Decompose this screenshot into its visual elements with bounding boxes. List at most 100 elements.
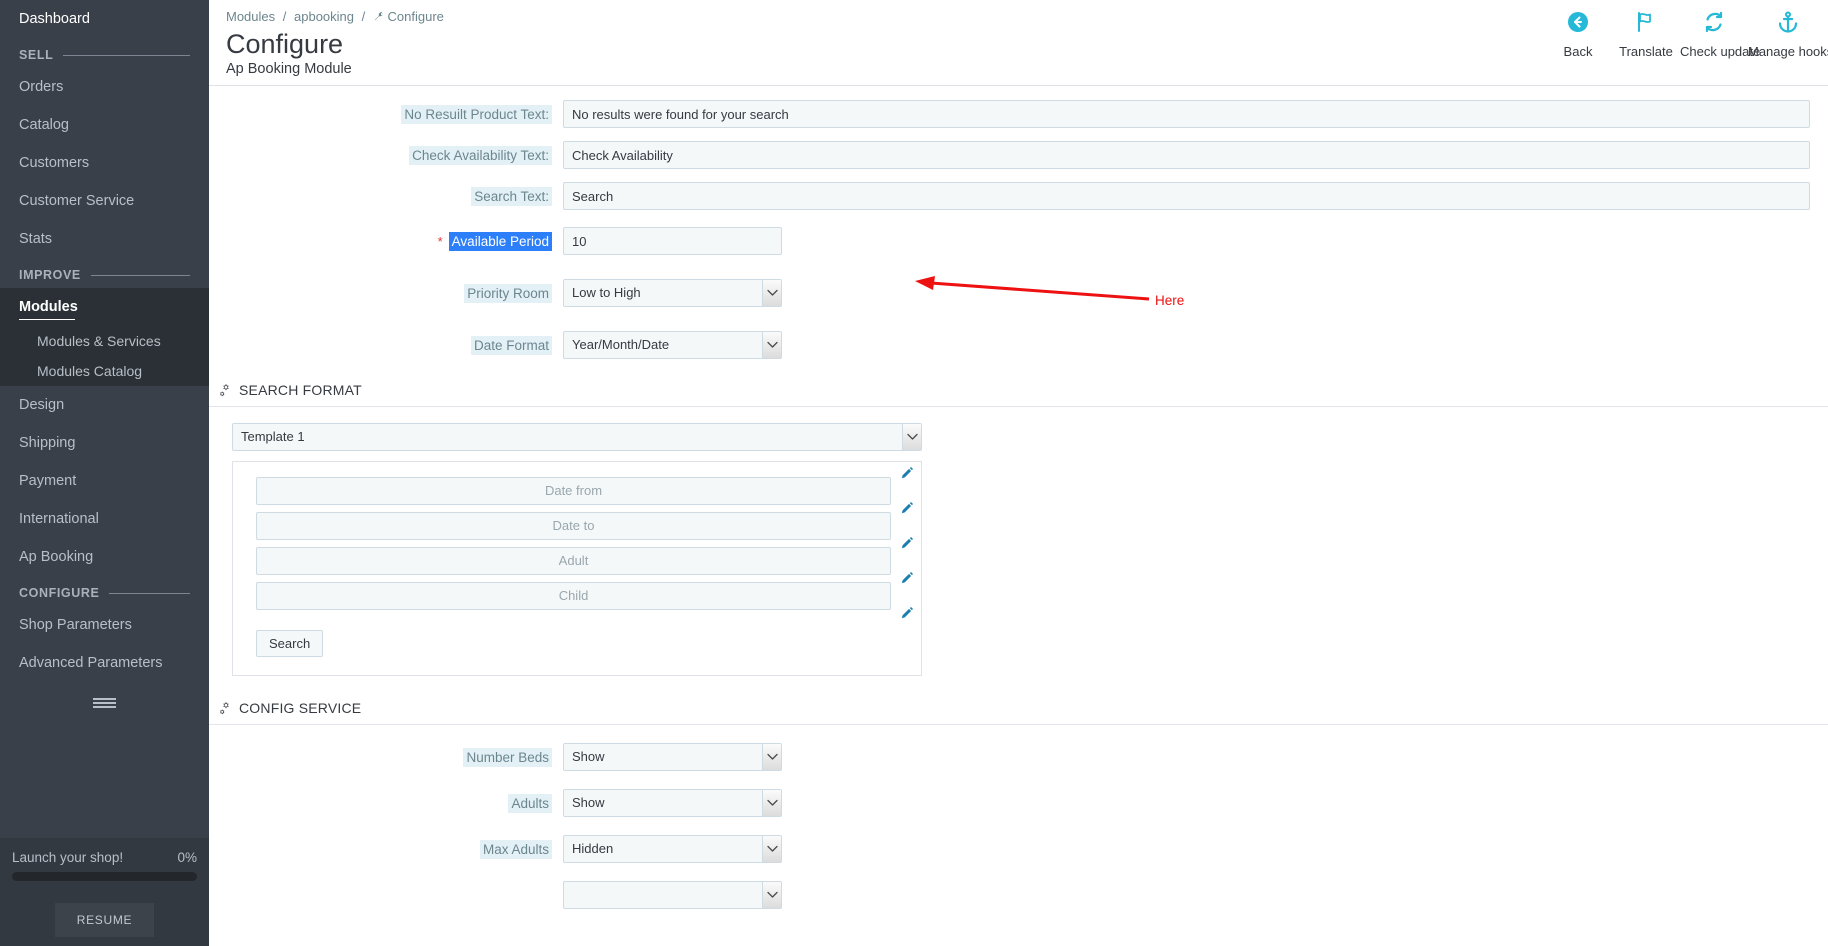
- breadcrumb-modules[interactable]: Modules: [226, 9, 275, 24]
- sidebar-item-shop-parameters[interactable]: Shop Parameters: [0, 606, 209, 644]
- pencil-icon[interactable]: [901, 571, 914, 586]
- form-row-available-period: * Available Period: [209, 227, 1828, 255]
- label-cell: Date Format: [209, 335, 563, 355]
- sidebar-item-modules-services[interactable]: Modules & Services: [0, 326, 209, 356]
- adults-select-value: Show: [563, 789, 782, 817]
- preview-search-button[interactable]: Search: [256, 630, 324, 657]
- number-beds-select[interactable]: Show: [563, 743, 782, 771]
- adults-select[interactable]: Show: [563, 789, 782, 817]
- form-row-no-result-product-text: No Resuilt Product Text:: [209, 100, 1828, 128]
- date-format-select-value: Year/Month/Date: [563, 331, 782, 359]
- sidebar-item-customer-service[interactable]: Customer Service: [0, 182, 209, 220]
- toolbar-manage-hooks-label: Manage hooks: [1748, 44, 1828, 59]
- gears-icon: [219, 701, 233, 715]
- priority-room-select[interactable]: Low to High: [563, 279, 782, 307]
- label-cell: Max Adults: [209, 839, 563, 859]
- check-availability-text-input[interactable]: [563, 141, 1810, 169]
- gears-icon: [219, 383, 233, 397]
- date-format-select[interactable]: Year/Month/Date: [563, 331, 782, 359]
- form-row-max-adults: Max Adults Hidden: [209, 835, 1828, 863]
- max-adults-select-value: Hidden: [563, 835, 782, 863]
- toolbar-manage-hooks-button[interactable]: Manage hooks: [1748, 10, 1828, 59]
- sidebar-section-improve: IMPROVE: [0, 258, 209, 288]
- date-format-label: Date Format: [470, 335, 552, 355]
- section-rule: [109, 592, 190, 594]
- page-subtitle: Ap Booking Module: [226, 61, 352, 77]
- configure-form: No Resuilt Product Text: Check Availabil…: [209, 100, 1828, 359]
- toolbar-back-label: Back: [1563, 44, 1593, 59]
- pencil-icon[interactable]: [901, 466, 914, 481]
- pencil-icon[interactable]: [901, 536, 914, 551]
- sidebar-section-label: CONFIGURE: [19, 586, 100, 600]
- label-cell: Search Text:: [209, 186, 563, 206]
- preview-field-adult[interactable]: Adult: [256, 536, 914, 575]
- adults-label: Adults: [508, 793, 552, 813]
- toolbar-check-update-label: Check update: [1680, 44, 1761, 59]
- sidebar-item-ap-booking[interactable]: Ap Booking: [0, 538, 209, 576]
- no-result-product-text-label: No Resuilt Product Text:: [401, 104, 552, 124]
- sidebar-item-shipping[interactable]: Shipping: [0, 424, 209, 462]
- sidebar-item-dashboard[interactable]: Dashboard: [0, 0, 209, 38]
- sidebar-item-modules-catalog[interactable]: Modules Catalog: [0, 356, 209, 386]
- toolbar-translate-label: Translate: [1619, 44, 1673, 59]
- label-cell: Number Beds: [209, 747, 563, 767]
- preview-field-date-from[interactable]: Date from: [256, 466, 914, 505]
- sidebar-section-configure: CONFIGURE: [0, 576, 209, 606]
- form-row-search-text: Search Text:: [209, 182, 1828, 210]
- config-service-heading: CONFIG SERVICE: [209, 693, 1828, 725]
- template-select[interactable]: Template 1: [232, 423, 922, 451]
- sidebar-section-label: SELL: [19, 48, 54, 62]
- preview-field-label: Date to: [552, 518, 595, 533]
- resume-button[interactable]: RESUME: [54, 903, 155, 937]
- sidebar-item-catalog[interactable]: Catalog: [0, 106, 209, 144]
- no-result-product-text-input[interactable]: [563, 100, 1810, 128]
- pencil-icon[interactable]: [901, 501, 914, 516]
- section-rule: [63, 54, 190, 56]
- sidebar-item-advanced-parameters[interactable]: Advanced Parameters: [0, 644, 209, 682]
- form-row-check-availability-text: Check Availability Text:: [209, 141, 1828, 169]
- preview-field-child[interactable]: Child: [256, 571, 914, 619]
- pencil-icon[interactable]: [901, 606, 914, 621]
- preview-field-label: Date from: [544, 483, 603, 498]
- sidebar-item-orders[interactable]: Orders: [0, 68, 209, 106]
- preview-field-label: Child: [558, 588, 589, 603]
- available-period-input[interactable]: [563, 227, 782, 255]
- breadcrumb-separator: /: [282, 9, 287, 24]
- menu-collapse-icon[interactable]: [0, 682, 209, 724]
- required-asterisk: *: [437, 233, 443, 249]
- toolbar-check-update-button[interactable]: Check update: [1680, 10, 1761, 59]
- sidebar-item-stats[interactable]: Stats: [0, 220, 209, 258]
- launch-label: Launch your shop!: [12, 850, 124, 865]
- wrench-icon: [373, 10, 384, 25]
- form-row-date-format: Date Format Year/Month/Date: [209, 331, 1828, 359]
- sidebar-item-design[interactable]: Design: [0, 386, 209, 424]
- max-adults-label: Max Adults: [479, 839, 552, 859]
- breadcrumb-apbooking[interactable]: apbooking: [294, 9, 354, 24]
- sidebar-item-customers[interactable]: Customers: [0, 144, 209, 182]
- next-select-partial[interactable]: [563, 881, 782, 909]
- search-format-heading: SEARCH FORMAT: [209, 375, 1828, 407]
- sidebar-item-international[interactable]: International: [0, 500, 209, 538]
- template-select-value: Template 1: [232, 423, 922, 451]
- template-preview: Date from Date to Adult Child Search: [232, 461, 922, 676]
- search-text-input[interactable]: [563, 182, 1810, 210]
- launch-progress-row: Launch your shop! 0%: [9, 850, 200, 872]
- sidebar-item-payment[interactable]: Payment: [0, 462, 209, 500]
- available-period-label: Available Period: [448, 231, 552, 251]
- annotation-arrow: [909, 275, 1159, 305]
- toolbar-translate-button[interactable]: Translate: [1612, 10, 1680, 59]
- breadcrumb-separator: /: [361, 9, 366, 24]
- preview-field-date-to[interactable]: Date to: [256, 501, 914, 540]
- sidebar-item-modules[interactable]: Modules: [0, 288, 209, 326]
- preview-field-label: Adult: [558, 553, 589, 568]
- flag-icon: [1612, 10, 1680, 44]
- launch-your-shop-panel: Launch your shop! 0% RESUME: [0, 838, 209, 946]
- max-adults-select[interactable]: Hidden: [563, 835, 782, 863]
- label-cell: Check Availability Text:: [209, 145, 563, 165]
- label-cell: Adults: [209, 793, 563, 813]
- form-row-number-beds: Number Beds Show: [209, 743, 1828, 771]
- sidebar: Dashboard SELL Orders Catalog Customers …: [0, 0, 209, 946]
- form-row-adults: Adults Show: [209, 789, 1828, 817]
- toolbar-back-button[interactable]: Back: [1544, 10, 1612, 59]
- page-header: Modules / apbooking / Configure Configur…: [209, 0, 1828, 86]
